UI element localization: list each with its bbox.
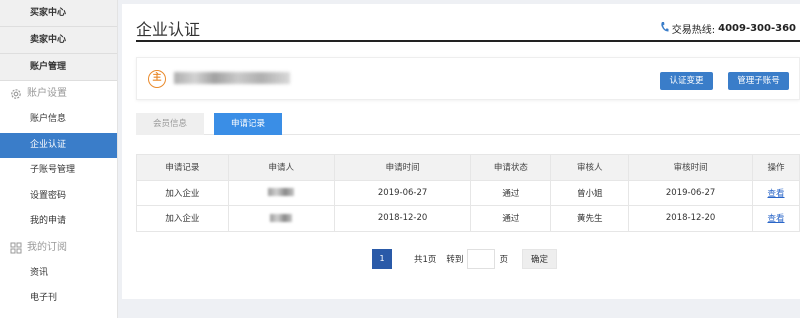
page-number-current[interactable]: 1: [372, 249, 392, 269]
company-name-redacted: [174, 72, 290, 84]
change-verification-button[interactable]: 认证变更: [660, 72, 713, 90]
grid-icon: [10, 242, 22, 254]
cell-action: 查看: [752, 179, 800, 206]
sidebar-item-my-applications[interactable]: 我的申请: [0, 209, 117, 235]
cell-action: 查看: [752, 205, 800, 232]
sidebar-head-account[interactable]: 账户管理: [0, 54, 117, 81]
cell-reviewer: 曾小姐: [550, 179, 630, 206]
hotline: 交易热线: 4009-300-360: [660, 21, 796, 36]
sidebar-group-subscriptions: 我的订阅: [0, 235, 117, 261]
goto-label: 转到: [446, 255, 464, 265]
sidebar-group-account-settings: 账户设置: [0, 81, 117, 107]
pagination: 1 共1页 转到 页 确定: [372, 249, 557, 269]
cell-record: 加入企业: [136, 179, 229, 206]
tab-application-records[interactable]: 申请记录: [214, 113, 282, 135]
col-header-applicant: 申请人: [227, 154, 335, 181]
tab-member-info[interactable]: 会员信息: [136, 113, 204, 135]
page-total: 共1页: [414, 255, 437, 265]
sidebar-group-label: 账户设置: [27, 88, 67, 99]
sidebar-head-seller[interactable]: 卖家中心: [0, 27, 117, 54]
col-header-review-time: 审核时间: [628, 154, 753, 181]
cell-reviewer: 黄先生: [550, 205, 630, 232]
sidebar-group-label: 我的订阅: [27, 241, 67, 253]
sidebar-item-sub-accounts[interactable]: 子账号管理: [0, 158, 117, 184]
records-table: 申请记录 申请人 申请时间 申请状态 审核人 审核时间 操作 加入企业 2019…: [136, 154, 800, 232]
view-link[interactable]: 查看: [767, 214, 784, 224]
page-title: 企业认证: [136, 20, 201, 39]
applicant-redacted: [270, 213, 293, 222]
gear-icon: [10, 88, 22, 100]
sidebar-item-news[interactable]: 资讯: [0, 261, 117, 287]
col-header-status: 申请状态: [470, 154, 552, 181]
page-unit-label: 页: [499, 255, 508, 265]
hotline-number: 4009-300-360: [718, 23, 796, 34]
col-header-record: 申请记录: [136, 154, 229, 181]
sidebar-item-enterprise-cert[interactable]: 企业认证: [0, 132, 117, 158]
hotline-label: 交易热线:: [671, 25, 716, 36]
applicant-redacted: [268, 188, 295, 197]
cell-apply-time: 2019-06-27: [333, 179, 472, 206]
cell-applicant: [227, 179, 335, 206]
col-header-reviewer: 审核人: [550, 154, 630, 181]
cell-review-time: 2018-12-20: [628, 205, 753, 232]
primary-account-badge: 主: [148, 70, 166, 88]
main-panel: 企业认证 交易热线: 4009-300-360 主 认证变更 管理子账号 会员信…: [122, 4, 800, 299]
cell-status: 通过: [470, 205, 552, 232]
manage-sub-accounts-button[interactable]: 管理子账号: [728, 72, 789, 90]
cell-applicant: [227, 205, 335, 232]
phone-icon: [660, 21, 669, 36]
cell-apply-time: 2018-12-20: [333, 205, 472, 232]
table-row: 加入企业 2018-12-20 通过 黄先生 2018-12-20 查看: [136, 205, 800, 232]
cell-record: 加入企业: [136, 205, 229, 232]
title-row: 企业认证 交易热线: 4009-300-360: [136, 4, 800, 42]
tabs: 会员信息 申请记录: [136, 113, 800, 135]
cell-review-time: 2019-06-27: [628, 179, 753, 206]
view-link[interactable]: 查看: [767, 189, 784, 199]
goto-confirm-button[interactable]: 确定: [521, 249, 557, 269]
sidebar-item-set-password[interactable]: 设置密码: [0, 184, 117, 210]
sidebar-item-account-info[interactable]: 账户信息: [0, 107, 117, 133]
sidebar: 买家中心 卖家中心 账户管理 账户设置 账户信息 企业认证 子账号管理 设置密码…: [0, 0, 118, 318]
table-row: 加入企业 2019-06-27 通过 曾小姐 2019-06-27 查看: [136, 179, 800, 206]
cell-status: 通过: [470, 179, 552, 206]
sidebar-head-buyer[interactable]: 买家中心: [0, 0, 117, 27]
table-header-row: 申请记录 申请人 申请时间 申请状态 审核人 审核时间 操作: [136, 154, 800, 181]
sidebar-item-ejournal[interactable]: 电子刊: [0, 286, 117, 312]
goto-page-input[interactable]: [467, 249, 496, 269]
col-header-action: 操作: [752, 154, 800, 181]
col-header-apply-time: 申请时间: [333, 154, 472, 181]
company-card: 主 认证变更 管理子账号: [136, 57, 800, 100]
